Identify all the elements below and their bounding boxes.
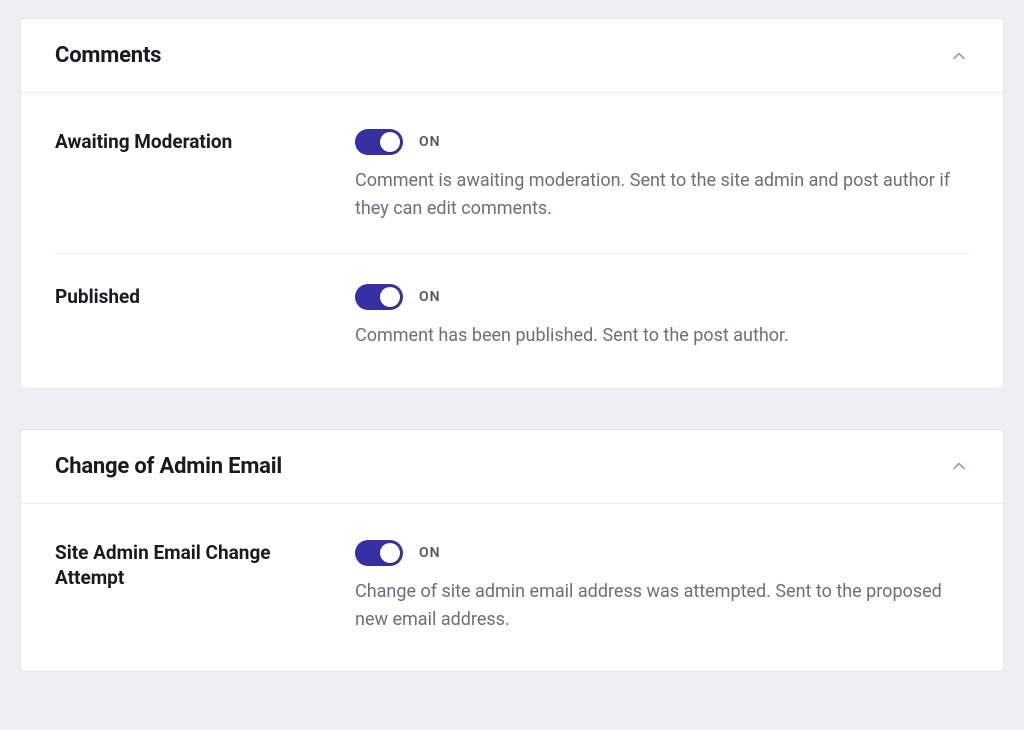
toggle-knob: [380, 543, 400, 563]
setting-label: Awaiting Moderation: [55, 129, 355, 155]
toggle-knob: [380, 287, 400, 307]
setting-content: ON Comment is awaiting moderation. Sent …: [355, 129, 969, 223]
setting-row-site-admin-email-change: Site Admin Email Change Attempt ON Chang…: [55, 510, 969, 664]
setting-row-awaiting-moderation: Awaiting Moderation ON Comment is awaiti…: [55, 99, 969, 253]
toggle-state-label: ON: [419, 134, 441, 150]
panel-title: Comments: [55, 43, 161, 68]
panel-body: Site Admin Email Change Attempt ON Chang…: [21, 504, 1003, 672]
setting-label: Site Admin Email Change Attempt: [55, 540, 355, 591]
chevron-up-icon: [949, 456, 969, 476]
setting-description: Change of site admin email address was a…: [355, 578, 969, 634]
toggle-line: ON: [355, 284, 969, 310]
toggle-line: ON: [355, 129, 969, 155]
toggle-awaiting-moderation[interactable]: [355, 129, 403, 155]
toggle-state-label: ON: [419, 545, 441, 561]
setting-description: Comment has been published. Sent to the …: [355, 322, 969, 350]
chevron-up-icon: [949, 46, 969, 66]
toggle-knob: [380, 132, 400, 152]
panel-body: Awaiting Moderation ON Comment is awaiti…: [21, 93, 1003, 388]
setting-content: ON Comment has been published. Sent to t…: [355, 284, 969, 350]
toggle-published[interactable]: [355, 284, 403, 310]
panel-comments: Comments Awaiting Moderation ON Comment …: [20, 18, 1004, 389]
toggle-site-admin-email-change[interactable]: [355, 540, 403, 566]
panel-title: Change of Admin Email: [55, 454, 282, 479]
setting-content: ON Change of site admin email address wa…: [355, 540, 969, 634]
toggle-line: ON: [355, 540, 969, 566]
setting-label: Published: [55, 284, 355, 310]
setting-row-published: Published ON Comment has been published.…: [55, 253, 969, 380]
panel-header-comments[interactable]: Comments: [21, 19, 1003, 93]
setting-description: Comment is awaiting moderation. Sent to …: [355, 167, 969, 223]
panel-change-admin-email: Change of Admin Email Site Admin Email C…: [20, 429, 1004, 673]
panel-header-change-admin-email[interactable]: Change of Admin Email: [21, 430, 1003, 504]
toggle-state-label: ON: [419, 289, 441, 305]
